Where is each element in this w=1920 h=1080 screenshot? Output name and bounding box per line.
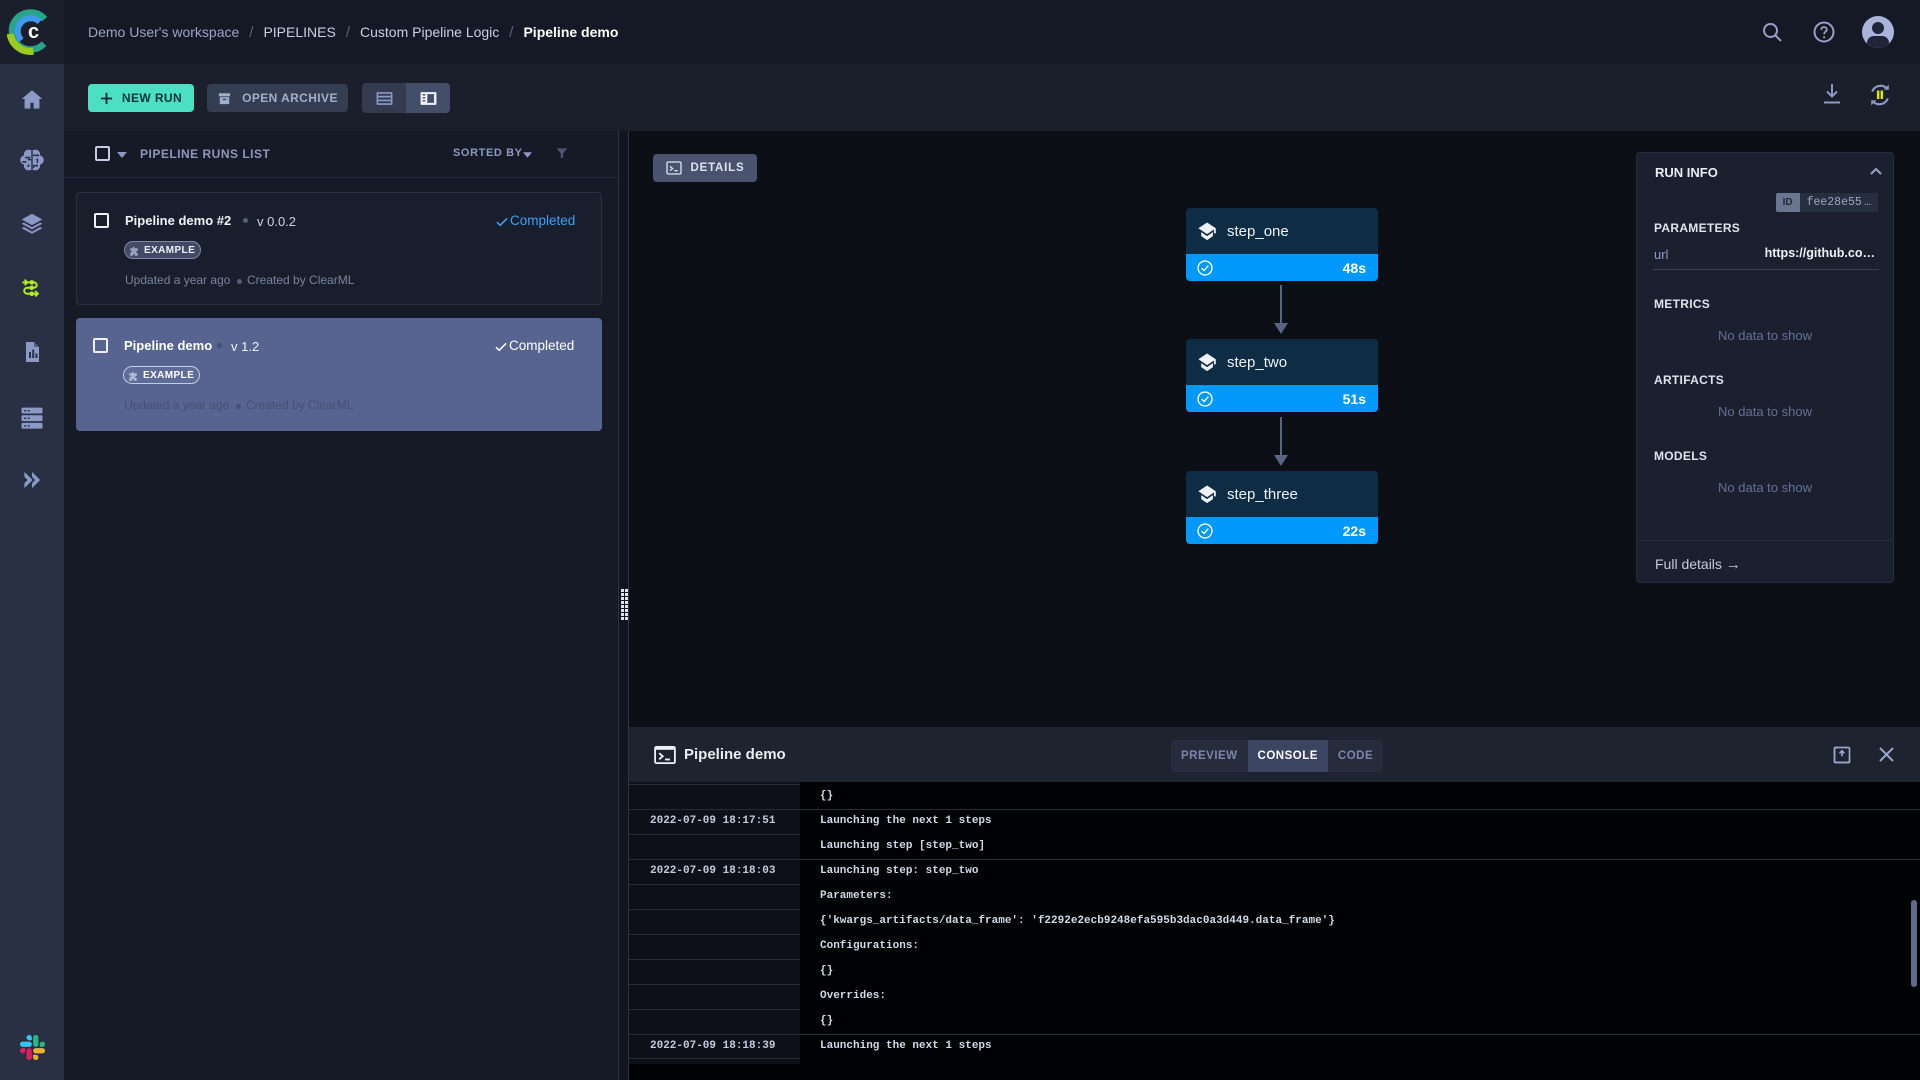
svg-text:c: c [28,21,39,43]
